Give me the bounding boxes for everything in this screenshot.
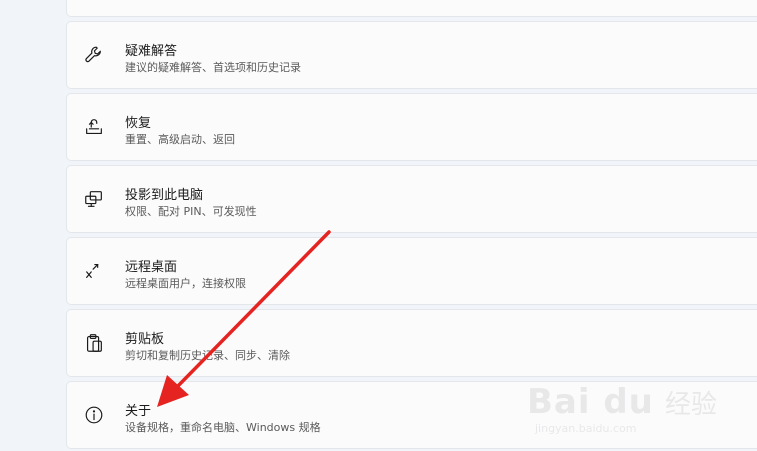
info-icon [83,404,105,426]
settings-card-title: 投影到此电脑 [125,188,204,203]
project-to-pc-icon [83,188,105,210]
settings-card-subtitle: 建议的疑难解答、首选项和历史记录 [125,61,301,74]
settings-card-subtitle: 设备规格，重命名电脑、Windows 规格 [125,421,321,434]
remote-desktop-icon [83,260,105,282]
settings-card-partial[interactable] [66,0,757,17]
watermark-brand-suffix: 经验 [664,390,717,420]
settings-card-troubleshoot[interactable]: 疑难解答 建议的疑难解答、首选项和历史记录 [66,21,757,89]
settings-card-projecting[interactable]: 投影到此电脑 权限、配对 PIN、可发现性 [66,165,757,233]
settings-card-subtitle: 远程桌面用户，连接权限 [125,277,246,290]
settings-card-title: 关于 [125,404,152,419]
settings-card-recovery[interactable]: 恢复 重置、高级启动、返回 [66,93,757,161]
settings-card-title: 远程桌面 [125,260,178,275]
settings-card-title: 剪贴板 [125,332,165,347]
wrench-icon [83,44,105,66]
clipboard-icon [83,332,105,354]
settings-card-title: 恢复 [125,116,152,131]
settings-card-clipboard[interactable]: 剪贴板 剪切和复制历史记录、同步、清除 [66,309,757,377]
settings-card-subtitle: 权限、配对 PIN、可发现性 [125,205,257,218]
settings-card-remote-desktop[interactable]: 远程桌面 远程桌面用户，连接权限 [66,237,757,305]
watermark-brand: Bai du [526,382,654,422]
baidu-watermark: Bai du 经验 jingyan.baidu.com [527,382,717,435]
recovery-icon [83,116,105,138]
settings-card-subtitle: 重置、高级启动、返回 [125,133,235,146]
watermark-url: jingyan.baidu.com [534,422,637,435]
settings-card-subtitle: 剪切和复制历史记录、同步、清除 [125,349,290,362]
settings-card-title: 疑难解答 [125,44,178,59]
